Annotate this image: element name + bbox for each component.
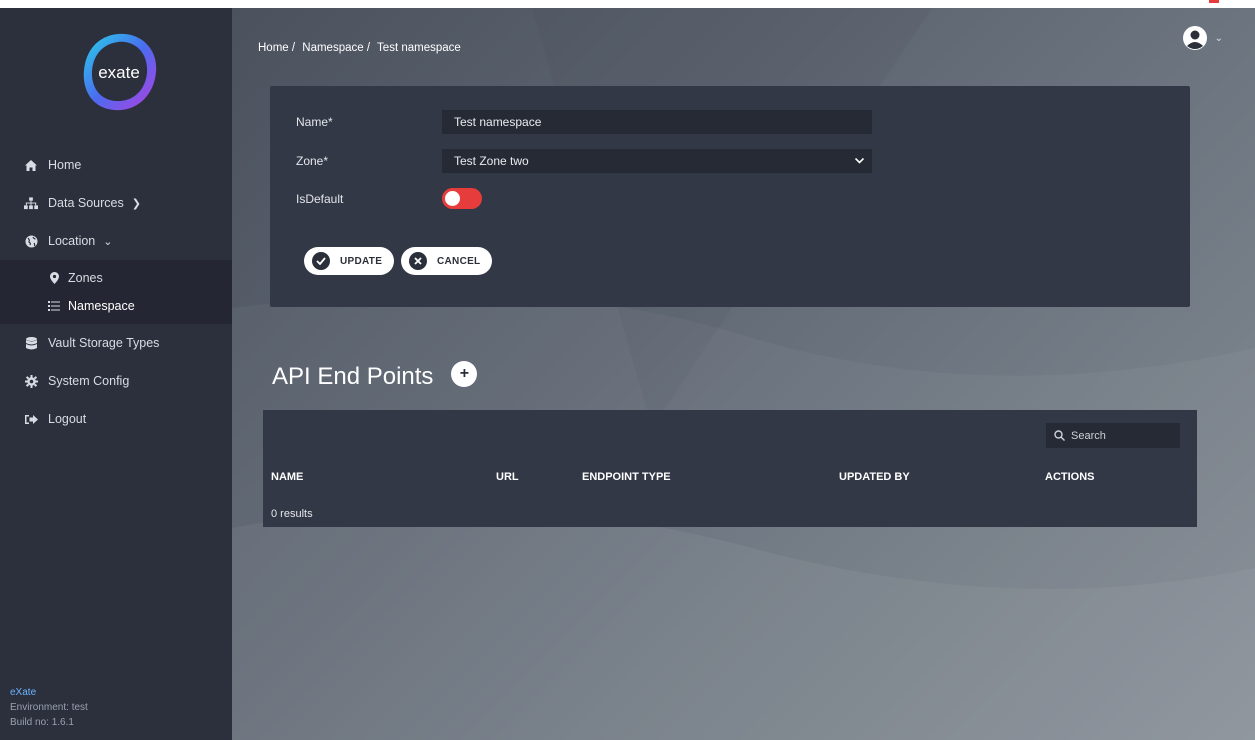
breadcrumb: Home / Namespace / Test namespace — [258, 42, 465, 54]
column-header-actions: ACTIONS — [1045, 471, 1095, 483]
cancel-label: CANCEL — [437, 255, 481, 267]
sidebar-item-home[interactable]: Home — [0, 146, 232, 184]
footer-build: Build no: 1.6.1 — [10, 717, 74, 728]
sidebar-item-zones[interactable]: Zones — [0, 264, 232, 292]
home-icon — [24, 158, 38, 172]
name-field[interactable]: Test namespace — [442, 110, 872, 134]
api-endpoints-table: NAME URL ENDPOINT TYPE UPDATED BY ACTION… — [263, 410, 1197, 527]
chevron-down-icon: ⌄ — [103, 235, 113, 248]
sidebar-item-label: Vault Storage Types — [48, 336, 160, 350]
sidebar-footer: eXate Environment: test Build no: 1.6.1 — [10, 685, 88, 730]
sidebar-item-label: Namespace — [68, 299, 135, 313]
sidebar: exate Home Data Sources ❯ Location ⌄ Zon… — [0, 8, 232, 740]
footer-environment: Environment: test — [10, 702, 88, 713]
database-icon — [24, 336, 38, 350]
namespace-form: Name* Test namespace Zone* Test Zone two… — [270, 86, 1190, 307]
user-menu[interactable]: ⌄ — [1182, 26, 1223, 50]
isdefault-toggle[interactable] — [442, 188, 482, 209]
api-endpoints-title: API End Points — [272, 363, 434, 390]
search-box[interactable] — [1046, 423, 1180, 448]
breadcrumb-home[interactable]: Home / — [258, 42, 295, 54]
main-content: Home / Namespace / Test namespace ⌄ Name… — [232, 8, 1255, 740]
check-icon — [312, 252, 330, 270]
sidebar-item-label: Data Sources — [48, 196, 124, 210]
sidebar-item-label: Logout — [48, 412, 87, 426]
column-header-name[interactable]: NAME — [271, 471, 303, 483]
gear-icon — [24, 374, 38, 388]
chevron-right-icon: ❯ — [131, 197, 141, 210]
search-input[interactable] — [1071, 429, 1171, 442]
zone-label: Zone* — [296, 154, 329, 168]
sidebar-item-vault-storage-types[interactable]: Vault Storage Types — [0, 324, 232, 362]
sidebar-item-label: Home — [48, 158, 82, 172]
svg-text:exate: exate — [98, 63, 140, 82]
app: exate Home Data Sources ❯ Location ⌄ Zon… — [0, 8, 1255, 740]
logout-icon — [24, 412, 38, 426]
add-endpoint-button[interactable]: + — [451, 361, 478, 387]
footer-brand: eXate — [10, 687, 37, 698]
zone-select[interactable]: Test Zone two — [442, 149, 872, 173]
breadcrumb-current: Test namespace — [377, 42, 461, 54]
exate-logo[interactable]: exate — [78, 28, 162, 116]
sidebar-item-label: Zones — [68, 271, 103, 285]
map-marker-icon — [48, 272, 60, 284]
name-label: Name* — [296, 115, 333, 129]
column-header-endpoint-type[interactable]: ENDPOINT TYPE — [582, 471, 671, 483]
isdefault-label: IsDefault — [296, 191, 344, 206]
sidebar-item-logout[interactable]: Logout — [0, 400, 232, 438]
results-count: 0 results — [271, 508, 313, 520]
browser-top-strip — [0, 0, 1255, 8]
sidebar-nav: Home Data Sources ❯ Location ⌄ Zones Nam… — [0, 146, 232, 438]
name-row: Name* Test namespace — [296, 110, 872, 134]
column-header-updated-by[interactable]: UPDATED BY — [839, 471, 910, 483]
chevron-down-icon: ⌄ — [1214, 32, 1223, 44]
user-avatar-icon — [1182, 26, 1207, 50]
list-icon — [48, 300, 60, 312]
toggle-knob — [445, 191, 460, 206]
sidebar-item-system-config[interactable]: System Config — [0, 362, 232, 400]
sidebar-item-data-sources[interactable]: Data Sources ❯ — [0, 184, 232, 222]
globe-icon — [24, 234, 38, 248]
zone-value: Test Zone two — [454, 154, 529, 168]
column-header-url[interactable]: URL — [496, 471, 519, 483]
update-button[interactable]: UPDATE — [304, 247, 395, 275]
breadcrumb-namespace[interactable]: Namespace / — [302, 42, 370, 54]
sidebar-item-label: System Config — [48, 374, 130, 388]
top-accent — [1209, 0, 1219, 3]
name-value: Test namespace — [454, 115, 542, 129]
cancel-button[interactable]: CANCEL — [401, 247, 493, 275]
logo-icon: exate — [83, 33, 157, 111]
update-label: UPDATE — [340, 255, 383, 267]
search-icon — [1054, 430, 1065, 441]
chevron-down-icon — [855, 158, 864, 164]
close-icon — [409, 252, 427, 270]
location-subnav: Zones Namespace — [0, 260, 232, 324]
sidebar-item-namespace[interactable]: Namespace — [0, 292, 232, 320]
api-endpoints-heading: API End Points + — [272, 361, 478, 391]
sidebar-item-location[interactable]: Location ⌄ — [0, 222, 232, 260]
sidebar-item-label: Location — [48, 234, 96, 248]
sitemap-icon — [24, 196, 38, 210]
isdefault-row: IsDefault — [296, 188, 482, 209]
zone-row: Zone* Test Zone two — [296, 149, 872, 173]
